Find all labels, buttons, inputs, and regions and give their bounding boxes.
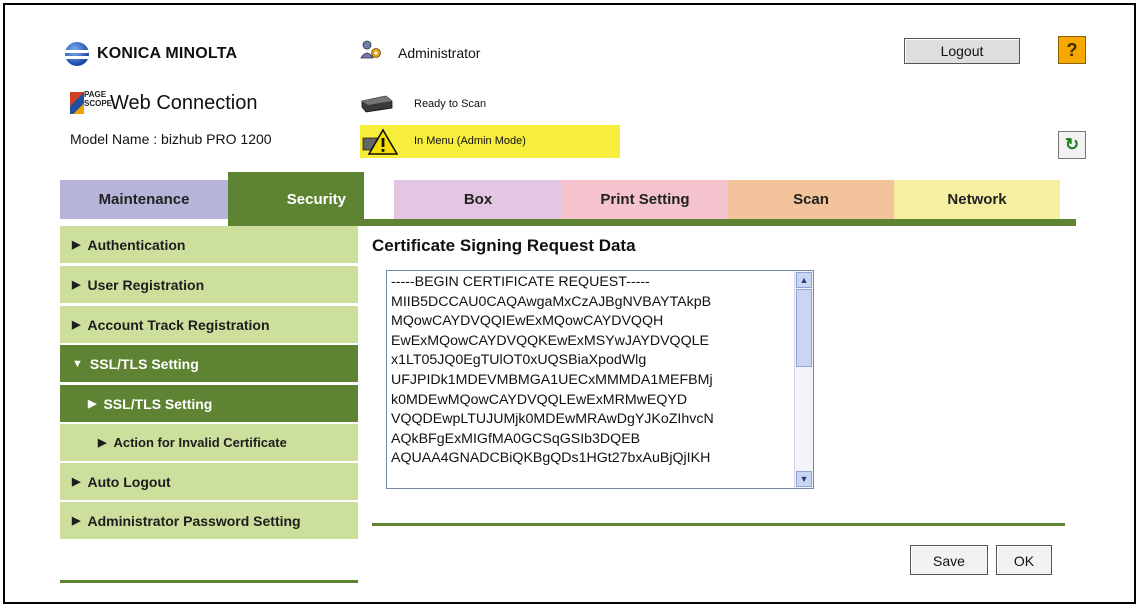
arrow-down-icon: ▼ [72,357,83,370]
user-role-label: Administrator [398,45,481,61]
scroll-thumb[interactable] [796,289,812,367]
pagescope-logo-icon: PAGE SCOPE [70,90,112,116]
sidebar-item-label: Authentication [87,236,186,253]
product-name: Web Connection [110,91,258,114]
sidebar-item-account-track-registration[interactable]: ▶ Account Track Registration [60,306,358,343]
arrow-right-icon: ▶ [88,398,97,410]
tab-maintenance[interactable]: Maintenance [60,180,228,219]
tab-print-setting[interactable]: Print Setting [562,180,728,219]
arrow-right-icon: ▶ [72,515,81,527]
content-divider [372,523,1065,526]
csr-scrollbar[interactable]: ▲ ▼ [794,271,813,488]
save-button[interactable]: Save [910,545,988,575]
arrow-right-icon: ▶ [98,437,107,449]
refresh-icon[interactable]: ↻ [1058,131,1086,159]
sidebar-item-label: Action for Invalid Certificate [113,435,287,450]
pagescope-logo-text: PAGE SCOPE [84,90,113,108]
sidebar-item-administrator-password-setting[interactable]: ▶ Administrator Password Setting [60,502,358,539]
arrow-right-icon: ▶ [72,279,81,291]
sidebar-subitem-ssl-tls-setting[interactable]: ▶ SSL/TLS Setting [60,385,358,422]
arrow-right-icon: ▶ [72,239,81,251]
pagescope-web-connection-logo: PAGE SCOPE Web Connection [70,90,258,116]
arrow-right-icon: ▶ [72,319,81,331]
sidebar-item-auto-logout[interactable]: ▶ Auto Logout [60,463,358,500]
tab-scan[interactable]: Scan [728,180,894,219]
logout-button[interactable]: Logout [904,38,1020,64]
sidebar-item-label: Account Track Registration [87,316,270,333]
sidebar-item-label: Administrator Password Setting [87,512,301,529]
status-ready-text: Ready to Scan [414,98,487,110]
tab-underline [364,219,1076,226]
tab-box[interactable]: Box [394,180,562,219]
ok-button[interactable]: OK [996,545,1052,575]
sidebar-item-label: Auto Logout [87,473,171,490]
sidebar-item-label: SSL/TLS Setting [89,355,199,372]
globe-logo-icon [65,42,89,66]
model-name: Model Name : bizhub PRO 1200 [70,131,272,147]
sidebar-item-authentication[interactable]: ▶ Authentication [60,226,358,263]
arrow-right-icon: ▶ [72,476,81,488]
csr-textarea[interactable]: -----BEGIN CERTIFICATE REQUEST----- MIIB… [386,270,814,489]
scanner-icon [361,95,393,113]
tab-network[interactable]: Network [894,180,1060,219]
warning-icon [362,128,398,155]
scroll-up-icon[interactable]: ▲ [796,272,812,288]
tab-security[interactable]: Security [228,172,364,226]
status-menu-text: In Menu (Admin Mode) [414,135,526,147]
sidebar-bottom-rule [60,580,358,583]
help-icon[interactable]: ? [1058,36,1086,64]
csr-text: -----BEGIN CERTIFICATE REQUEST----- MIIB… [391,274,714,467]
sidebar-item-label: SSL/TLS Setting [103,395,213,412]
sidebar-item-ssl-tls-setting[interactable]: ▼ SSL/TLS Setting [60,345,358,382]
konica-minolta-logo: KONICA MINOLTA [65,42,237,66]
scroll-down-icon[interactable]: ▼ [796,471,812,487]
sidebar-item-user-registration[interactable]: ▶ User Registration [60,266,358,303]
sidebar-subitem-action-for-invalid-certificate[interactable]: ▶ Action for Invalid Certificate [60,424,358,461]
sidebar-item-label: User Registration [87,276,205,293]
admin-user-icon [360,40,381,59]
page-title: Certificate Signing Request Data [372,236,636,255]
brand-name: KONICA MINOLTA [97,45,238,62]
